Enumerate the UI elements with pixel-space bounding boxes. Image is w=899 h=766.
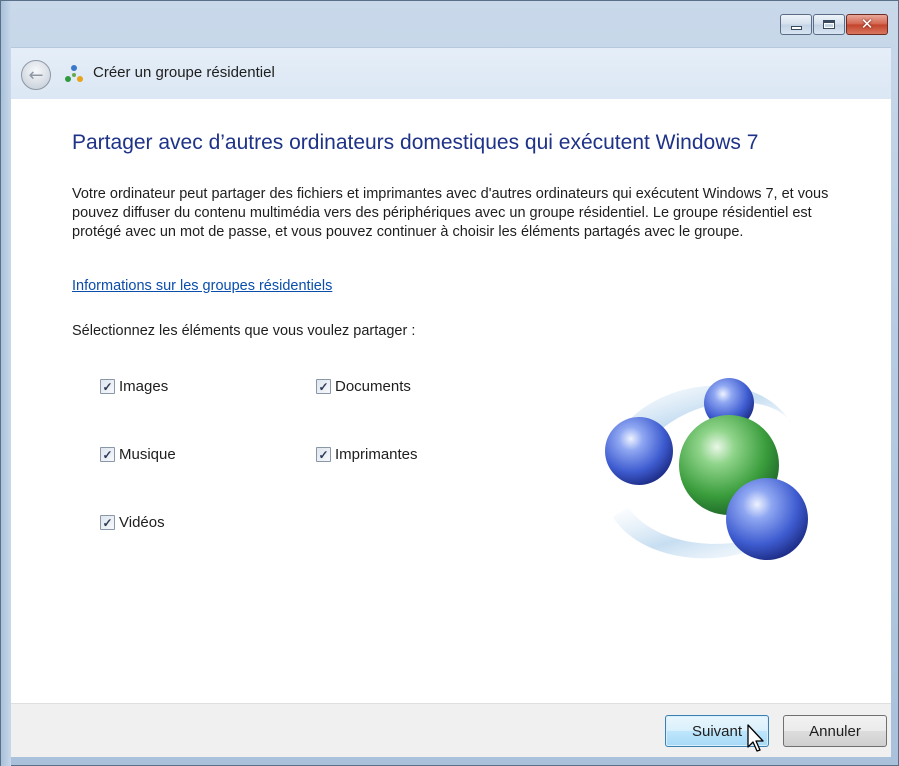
checkbox-icon[interactable]: ✓ — [100, 515, 115, 530]
homegroup-orbs-illustration — [605, 378, 808, 560]
caption-buttons: ✕ — [780, 14, 888, 35]
checkbox-label: Images — [119, 378, 169, 395]
checkbox-music[interactable]: ✓ Musique — [100, 446, 176, 463]
checkbox-icon[interactable]: ✓ — [100, 379, 115, 394]
checkbox-documents[interactable]: ✓ Documents — [316, 378, 411, 395]
cancel-button[interactable]: Annuler — [783, 715, 887, 747]
checkbox-label: Imprimantes — [335, 446, 418, 463]
checkbox-label: Vidéos — [119, 514, 165, 531]
content-area: Partager avec d’autres ordinateurs domes… — [11, 99, 891, 703]
checkbox-label: Musique — [119, 446, 176, 463]
description-text: Votre ordinateur peut partager des fichi… — [72, 186, 829, 240]
minimize-icon — [790, 25, 802, 30]
nav-title: Créer un groupe résidentiel — [93, 64, 275, 81]
close-icon: ✕ — [860, 15, 874, 33]
maximize-icon — [823, 20, 835, 29]
checkbox-printers[interactable]: ✓ Imprimantes — [316, 446, 418, 463]
back-arrow-icon: ← — [28, 64, 44, 86]
checkbox-images[interactable]: ✓ Images — [100, 378, 168, 395]
window-frame: ✕ ← Créer un groupe résidentiel Partager… — [0, 0, 899, 766]
homegroup-icon — [65, 65, 83, 82]
info-link[interactable]: Informations sur les groupes résidentiel… — [72, 278, 332, 294]
checkbox-videos[interactable]: ✓ Vidéos — [100, 514, 165, 531]
close-button[interactable]: ✕ — [846, 14, 888, 35]
checkbox-icon[interactable]: ✓ — [316, 447, 331, 462]
select-items-label: Sélectionnez les éléments que vous voule… — [72, 323, 416, 339]
navigation-bar: ← Créer un groupe résidentiel — [11, 47, 891, 99]
back-button[interactable]: ← — [21, 60, 51, 90]
checkbox-icon[interactable]: ✓ — [100, 447, 115, 462]
mouse-pointer-icon — [747, 724, 764, 752]
minimize-button[interactable] — [780, 14, 812, 35]
checkbox-label: Documents — [335, 378, 411, 395]
frame-left-border — [1, 1, 11, 766]
checkbox-icon[interactable]: ✓ — [316, 379, 331, 394]
maximize-button[interactable] — [813, 14, 845, 35]
page-heading: Partager avec d’autres ordinateurs domes… — [72, 131, 759, 154]
